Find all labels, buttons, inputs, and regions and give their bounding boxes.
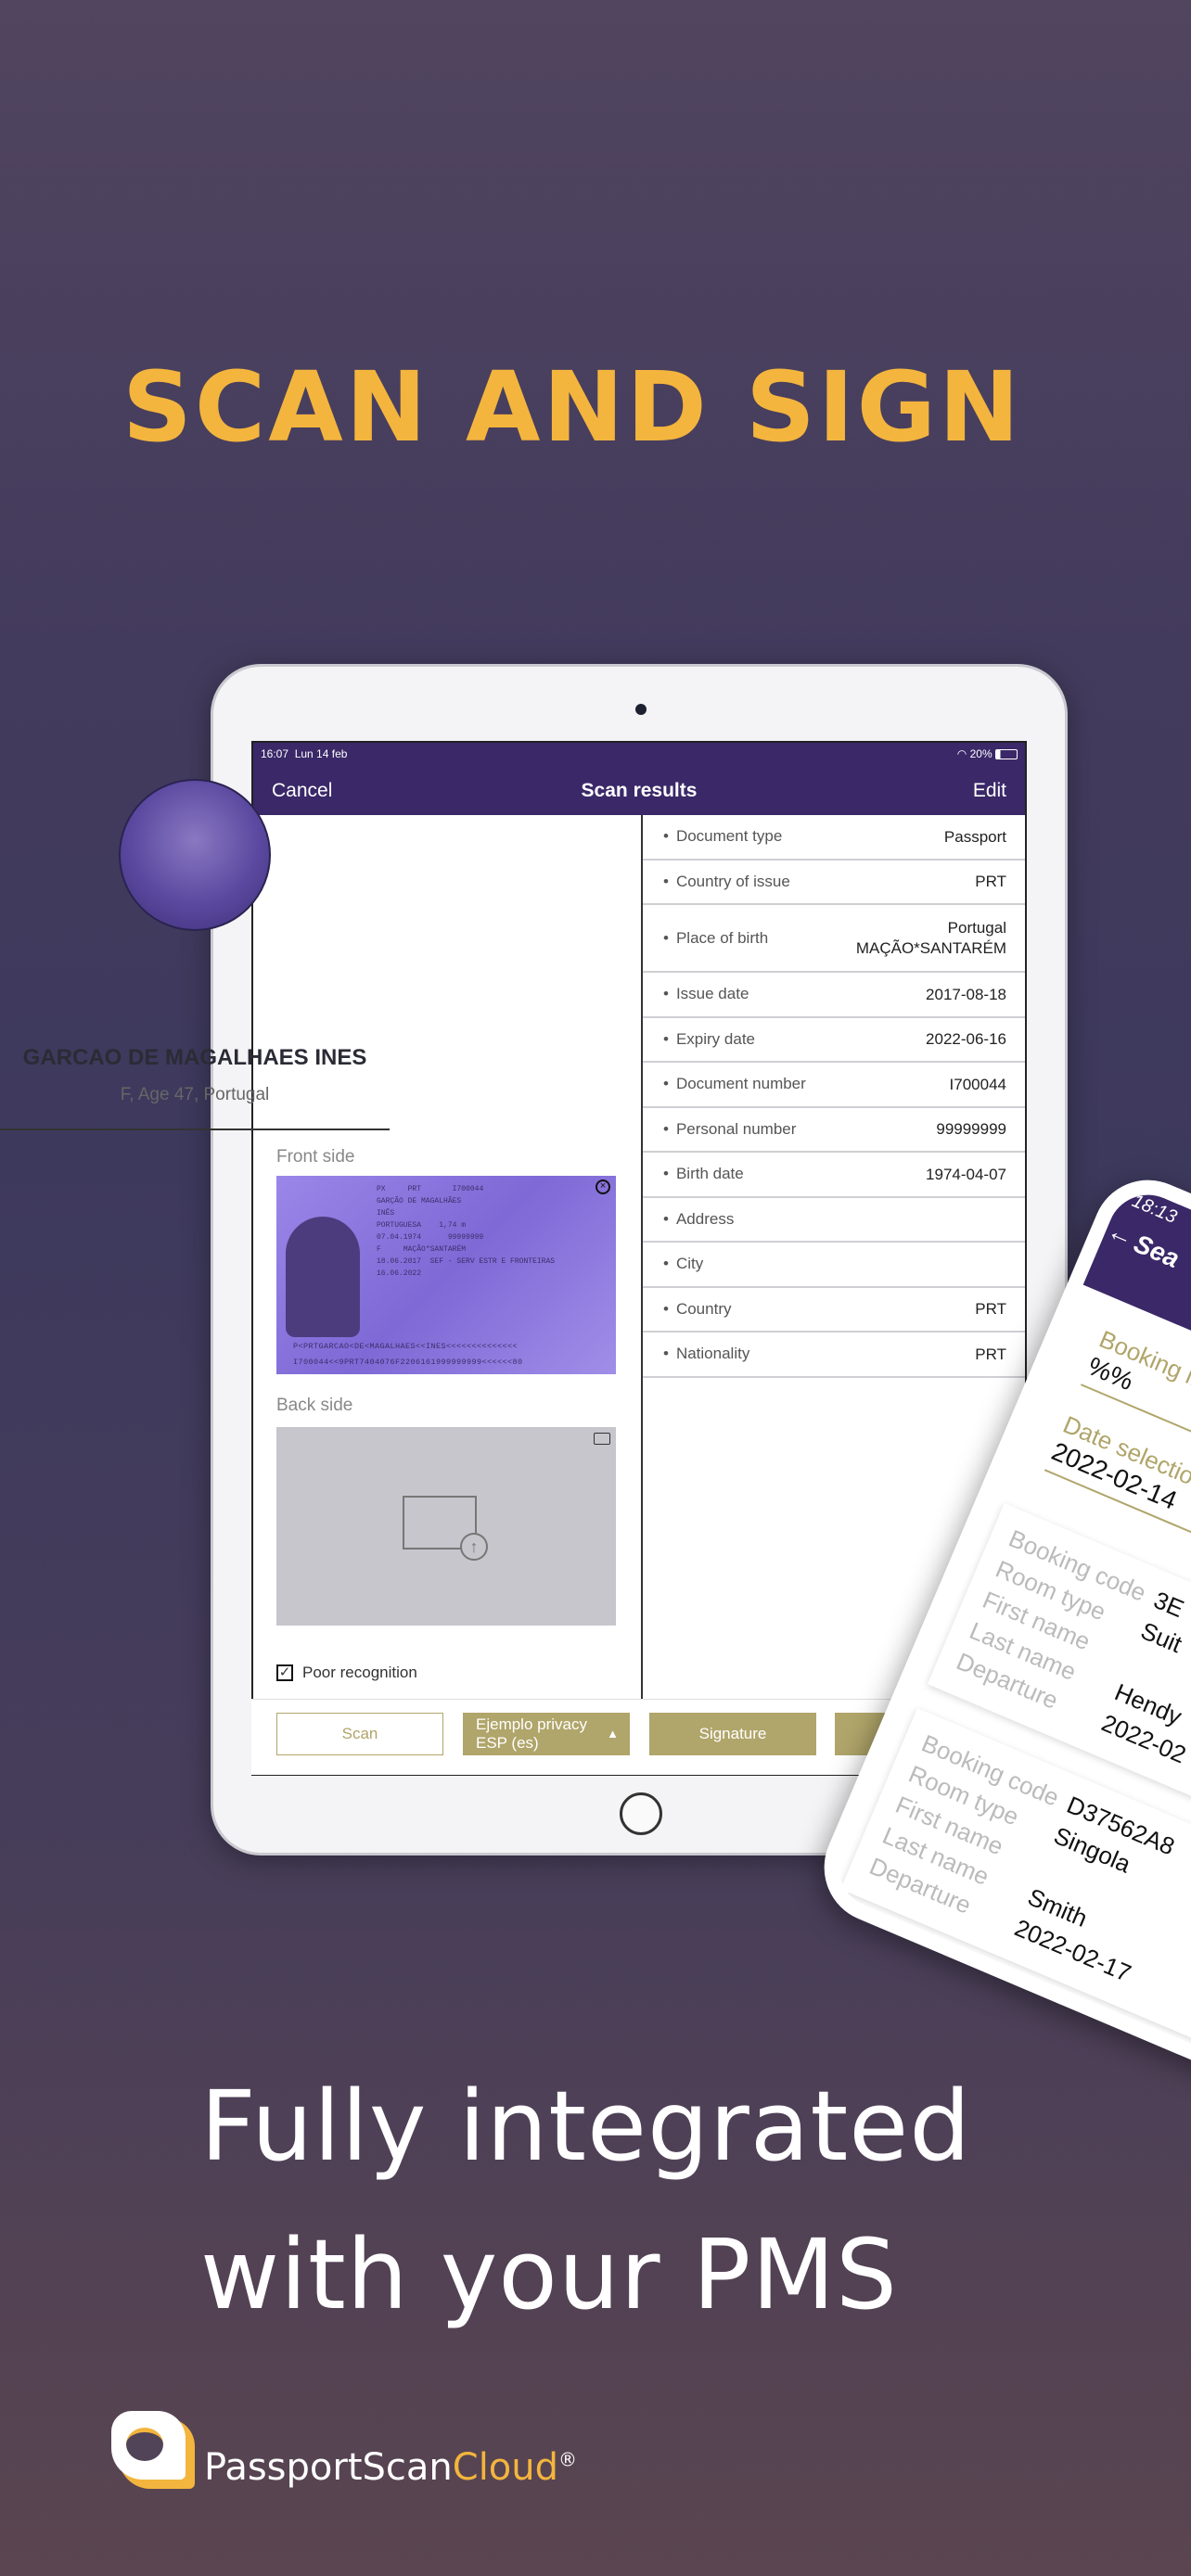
field-label: Place of birth [663,929,768,948]
passport-birth: 07.04.1974 [377,1233,422,1242]
field-row[interactable]: Personal number 99999999 [643,1108,1025,1153]
tagline-line-2: with your PMS [200,2218,899,2331]
brand-wordmark: PassportScanCloud® [204,2446,577,2489]
field-label: Country of issue [663,873,790,891]
passport-height: 1,74 m [439,1221,467,1230]
battery-level: 20% [969,747,992,760]
page-title: Scan results [581,780,698,801]
field-row[interactable]: Document type Passport [643,815,1025,861]
field-value: MAÇÃO*SANTARÉM [855,938,1006,957]
status-time: 16:07 [261,747,289,760]
remove-image-icon[interactable]: × [596,1180,610,1194]
field-label: City [663,1255,703,1273]
status-bar: 16:07 Lun 14 feb ◠ 20% [253,743,1025,767]
field-value: 99999999 [936,1120,1006,1139]
field-value: I700044 [949,1075,1006,1093]
passport-place: MAÇÃO*SANTARÉM [403,1245,467,1254]
back-side-placeholder[interactable]: ↑ [276,1427,616,1626]
privacy-select[interactable]: Ejemplo privacy ESP (es) ▲ [463,1713,630,1755]
passport-photo [286,1217,360,1337]
passport-personal: 99999999 [447,1233,484,1242]
checkbox-checked-icon[interactable]: ✓ [276,1664,293,1681]
mrz-line-1: P<PRTGARCAO<DE<MAGALHAES<<INES<<<<<<<<<<… [293,1342,519,1351]
field-label: Personal number [663,1120,796,1139]
passport-type: PX [377,1185,386,1193]
brand-name-2: Cloud [452,2446,559,2489]
back-side-label: Back side [276,1396,353,1415]
passport-country: PRT [407,1185,422,1193]
caret-up-icon: ▲ [607,1727,619,1741]
field-value: PRT [975,1300,1006,1319]
passport-authority: SEF - SERV ESTR E FRONTEIRAS [429,1257,556,1266]
brand-logo-icon [111,2411,197,2491]
field-label: Nationality [663,1345,749,1363]
field-row[interactable]: Country PRT [643,1288,1025,1333]
front-side-label: Front side [276,1147,355,1167]
passport-nationality: PORTUGUESA [377,1221,422,1230]
wifi-icon: ◠ [956,747,967,760]
fields-list: Document type Passport Country of issue PR… [643,815,1025,1378]
field-row[interactable]: Birth date 1974-04-07 [643,1153,1025,1198]
phone-title: Sea [1130,1229,1185,1274]
registered-mark: ® [558,2448,578,2471]
field-label: Address [663,1210,734,1229]
field-label: Country [663,1300,732,1319]
privacy-lang: ESP (es) [476,1734,539,1752]
passport-issue: 18.06.2017 [377,1257,422,1266]
field-label: Document type [663,827,782,846]
field-row[interactable]: Country of issue PRT [643,861,1025,905]
signature-button[interactable]: Signature [649,1713,816,1755]
tagline-line-1: Fully integrated [200,2070,972,2183]
field-value: PRT [975,1345,1006,1363]
headline: SCAN AND SIGN [122,351,1023,464]
privacy-label: Ejemplo privacy [476,1715,587,1733]
passport-number: I700044 [452,1185,484,1193]
field-row[interactable]: Expiry date 2022-06-16 [643,1018,1025,1063]
field-value: Passport [943,827,1006,846]
passport-expiry: 16.06.2022 [377,1269,422,1278]
tablet-camera [635,704,647,715]
field-label: Expiry date [663,1030,755,1049]
status-date: Lun 14 feb [294,747,348,760]
field-row[interactable]: Place of birth PortugalMAÇÃO*SANTARÉM [643,905,1025,973]
portrait-avatar [119,779,271,931]
passport-sex: F [377,1245,381,1254]
poor-recognition-checkbox[interactable]: ✓ Poor recognition [276,1664,417,1682]
poor-recognition-label: Poor recognition [302,1664,417,1681]
divider [0,1129,390,1130]
field-row[interactable]: Nationality PRT [643,1333,1025,1378]
cancel-button[interactable]: Cancel [272,780,332,802]
field-row[interactable]: City [643,1243,1025,1288]
image-upload-icon: ↑ [403,1496,488,1561]
phone-status-time: 18:13 [1129,1191,1180,1228]
passport-front-image[interactable]: PX PRT I700044 GARÇÃO DE MAGALHÃES INÊS … [276,1176,616,1374]
camera-icon[interactable] [594,1433,610,1445]
person-name: GARCAO DE MAGALHAES INES [22,1045,367,1070]
scan-button[interactable]: Scan [276,1713,443,1755]
field-row[interactable]: Document number I700044 [643,1063,1025,1108]
battery-icon [995,749,1018,760]
field-label: Issue date [663,985,749,1003]
field-row[interactable]: Address [643,1198,1025,1243]
field-value: 2017-08-18 [926,985,1006,1003]
field-value: 2022-06-16 [926,1030,1006,1049]
passport-given: INÊS [377,1209,395,1218]
mrz-line-2: I700044<<9PRT7404076F2206161999999999<<<… [293,1358,523,1367]
person-details: F, Age 47, Portugal [120,1085,270,1104]
field-value: PRT [975,873,1006,891]
field-value: 1974-04-07 [926,1165,1006,1183]
field-label: Birth date [663,1165,744,1183]
nav-bar: Cancel Scan results Edit [253,767,1025,815]
field-label: Document number [663,1075,806,1093]
brand-name-1: PassportScan [204,2446,453,2489]
passport-surname: GARÇÃO DE MAGALHÃES [377,1197,462,1205]
field-row[interactable]: Issue date 2017-08-18 [643,973,1025,1018]
edit-button[interactable]: Edit [973,780,1006,802]
field-value: Portugal [947,919,1006,937]
tablet-home-button[interactable] [620,1792,662,1835]
